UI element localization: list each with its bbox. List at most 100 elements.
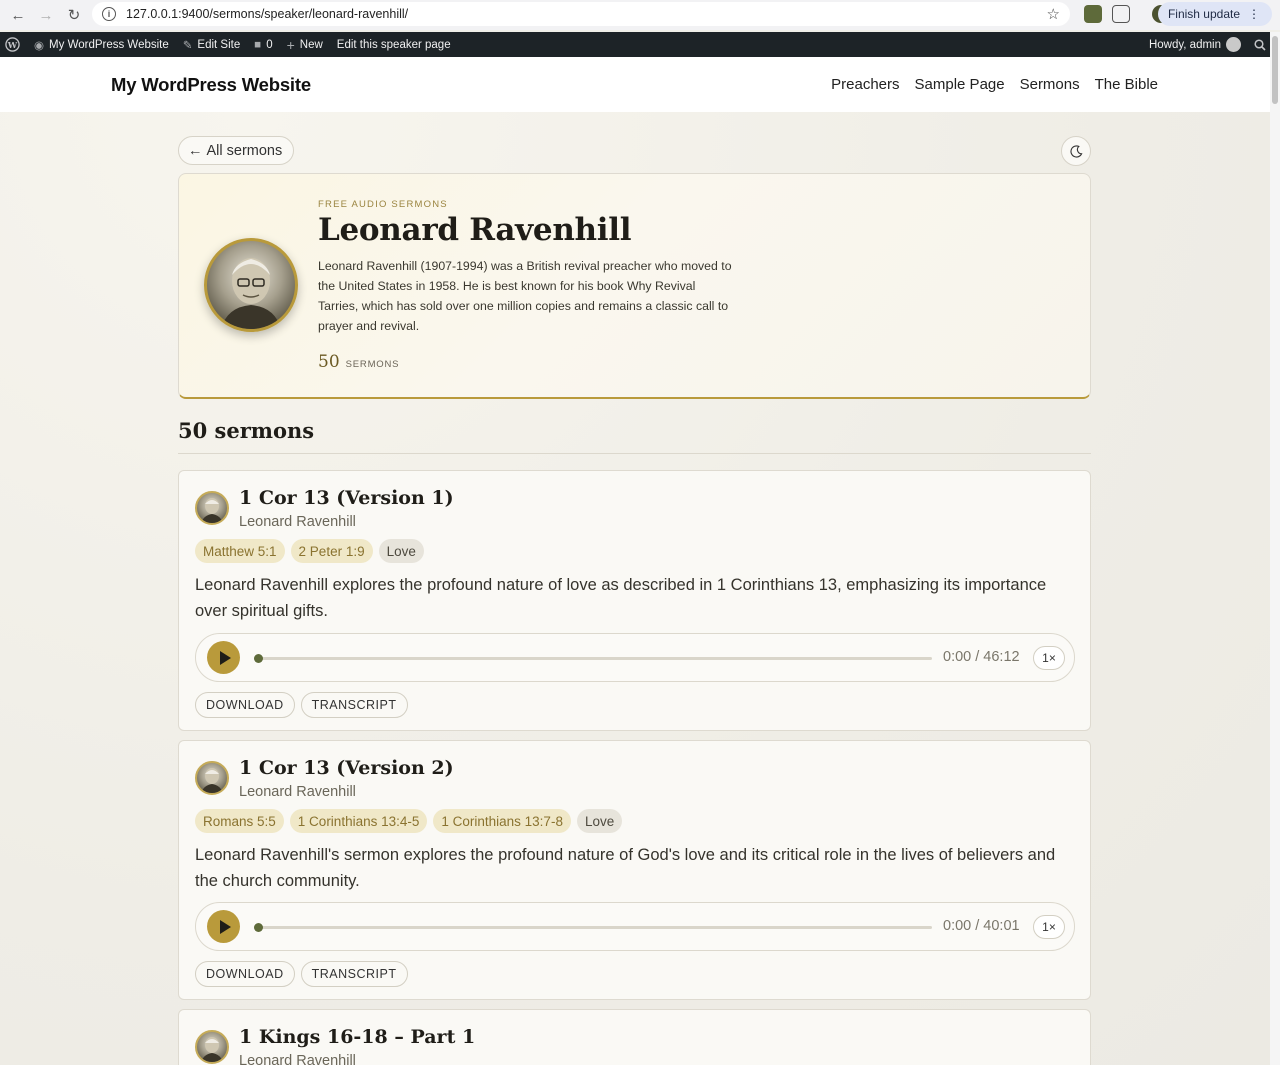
- speaker-portrait: [204, 238, 298, 332]
- speaker-avatar: [195, 1030, 229, 1064]
- playback-time: 0:00 / 40:01: [943, 918, 1020, 934]
- admin-site-link[interactable]: ◉ My WordPress Website: [27, 32, 176, 57]
- sermon-speaker[interactable]: Leonard Ravenhill: [239, 784, 356, 800]
- topic-tag[interactable]: Love: [576, 809, 623, 833]
- nav-item-the-bible[interactable]: The Bible: [1095, 76, 1158, 93]
- new-content-link[interactable]: + New: [280, 32, 330, 57]
- all-sermons-link[interactable]: ← All sermons: [178, 136, 295, 165]
- new-label: New: [299, 38, 323, 51]
- scrollbar-thumb[interactable]: [1272, 36, 1278, 104]
- admin-site-name: My WordPress Website: [49, 38, 169, 51]
- site-info-icon[interactable]: i: [102, 7, 116, 21]
- sermon-description: Leonard Ravenhill explores the profound …: [195, 576, 1047, 620]
- nav-item-sample-page[interactable]: Sample Page: [915, 76, 1005, 93]
- tag-list: Romans 5:5 1 Corinthians 13:4-5 1 Corint…: [195, 809, 623, 833]
- dashboard-icon: ◉: [34, 39, 45, 52]
- sermon-actions: DOWNLOAD TRANSCRIPT: [195, 692, 408, 718]
- divider: [178, 453, 1091, 454]
- reload-icon[interactable]: ↻: [60, 2, 88, 28]
- edit-site-label: Edit Site: [197, 38, 241, 51]
- speaker-avatar: [195, 491, 229, 525]
- playback-speed-button[interactable]: 1×: [1033, 915, 1065, 939]
- tag-list: Matthew 5:1 2 Peter 1:9 Love: [195, 539, 424, 563]
- admin-avatar: [1226, 37, 1241, 52]
- speaker-hero: FREE AUDIO SERMONS Leonard Ravenhill Leo…: [178, 173, 1091, 399]
- speaker-name: Leonard Ravenhill: [318, 212, 632, 248]
- sermon-actions: DOWNLOAD TRANSCRIPT: [195, 961, 408, 987]
- sermon-card: 1 Kings 16-18 – Part 1 Leonard Ravenhill: [178, 1009, 1091, 1065]
- play-button[interactable]: [207, 910, 240, 943]
- download-button[interactable]: DOWNLOAD: [195, 961, 295, 987]
- all-sermons-label: All sermons: [206, 142, 283, 159]
- audio-player: 0:00 / 46:12 1×: [195, 633, 1075, 682]
- bookmark-star-icon[interactable]: ☆: [1047, 5, 1060, 23]
- url-text: 127.0.0.1:9400/sermons/speaker/leonard-r…: [126, 7, 409, 21]
- scripture-tag[interactable]: 1 Corinthians 13:7-8: [433, 809, 571, 833]
- more-vertical-icon: ⋮: [1248, 7, 1260, 21]
- sermon-speaker[interactable]: Leonard Ravenhill: [239, 514, 356, 530]
- scripture-tag[interactable]: Matthew 5:1: [195, 539, 285, 563]
- transcript-button[interactable]: TRANSCRIPT: [300, 692, 408, 718]
- back-arrow-icon[interactable]: ←: [4, 2, 32, 28]
- nav-item-preachers[interactable]: Preachers: [831, 76, 899, 93]
- edit-speaker-page-link[interactable]: Edit this speaker page: [330, 32, 458, 57]
- topic-tag[interactable]: Love: [378, 539, 424, 563]
- extensions-puzzle-icon[interactable]: [1112, 5, 1130, 23]
- edit-site-link[interactable]: ✎ Edit Site: [176, 32, 247, 57]
- transcript-button[interactable]: TRANSCRIPT: [300, 961, 408, 987]
- arrow-left-icon: ←: [188, 142, 203, 159]
- site-header: My WordPress Website Preachers Sample Pa…: [0, 57, 1270, 112]
- wp-admin-bar: W ◉ My WordPress Website ✎ Edit Site ■ 0…: [0, 32, 1270, 57]
- admin-search-icon[interactable]: [1248, 32, 1270, 57]
- moon-icon: [1069, 144, 1082, 158]
- play-icon: [219, 919, 231, 934]
- sermon-card: 1 Cor 13 (Version 2) Leonard Ravenhill R…: [178, 740, 1091, 1000]
- wp-logo-icon[interactable]: W: [0, 32, 27, 57]
- page-scrollbar[interactable]: [1270, 32, 1280, 1065]
- site-title[interactable]: My WordPress Website: [111, 74, 311, 96]
- sermon-description: Leonard Ravenhill's sermon explores the …: [195, 846, 1056, 890]
- comment-bubble-icon: ■: [254, 38, 262, 51]
- progress-track[interactable]: [254, 654, 932, 663]
- audio-player: 0:00 / 40:01 1×: [195, 902, 1075, 951]
- howdy-label: Howdy, admin: [1148, 38, 1221, 51]
- download-button[interactable]: DOWNLOAD: [195, 692, 295, 718]
- sermon-list-heading: 50 sermons: [178, 418, 315, 443]
- finish-update-label: Finish update: [1167, 7, 1240, 21]
- progress-thumb[interactable]: [254, 923, 263, 932]
- hero-eyebrow: FREE AUDIO SERMONS: [318, 199, 448, 210]
- play-icon: [219, 650, 231, 665]
- main-content: ← All sermons FREE AUDIO SERMONS Leonard…: [0, 112, 1270, 1065]
- sermon-title[interactable]: 1 Cor 13 (Version 2): [239, 757, 454, 779]
- scripture-tag[interactable]: 1 Corinthians 13:4-5: [289, 809, 428, 833]
- sermon-count-number: 50: [318, 352, 340, 372]
- finish-update-button[interactable]: Finish update ⋮: [1157, 2, 1272, 26]
- browser-toolbar: ← → ↻ i 127.0.0.1:9400/sermons/speaker/l…: [0, 0, 1280, 30]
- speaker-bio: Leonard Ravenhill (1907-1994) was a Brit…: [318, 259, 732, 333]
- svg-text:W: W: [7, 40, 18, 50]
- speaker-avatar: [195, 761, 229, 795]
- primary-nav: Preachers Sample Page Sermons The Bible: [831, 76, 1158, 93]
- progress-track[interactable]: [254, 923, 932, 932]
- edit-page-label: Edit this speaker page: [336, 38, 451, 51]
- sermon-speaker[interactable]: Leonard Ravenhill: [239, 1053, 356, 1065]
- playback-speed-button[interactable]: 1×: [1033, 646, 1065, 670]
- sermon-title[interactable]: 1 Kings 16-18 – Part 1: [239, 1026, 475, 1048]
- comments-count: 0: [266, 38, 273, 51]
- sermon-count-label: SERMONS: [345, 359, 400, 370]
- forward-arrow-icon[interactable]: →: [32, 2, 60, 28]
- playback-time: 0:00 / 46:12: [943, 649, 1020, 665]
- nav-item-sermons[interactable]: Sermons: [1020, 76, 1080, 93]
- extension-icon[interactable]: [1084, 5, 1102, 23]
- sermon-count: 50 SERMONS: [318, 352, 399, 372]
- play-button[interactable]: [207, 641, 240, 674]
- sermon-title[interactable]: 1 Cor 13 (Version 1): [239, 487, 454, 509]
- dark-mode-toggle[interactable]: [1061, 136, 1091, 166]
- progress-thumb[interactable]: [254, 654, 263, 663]
- my-account-link[interactable]: Howdy, admin: [1142, 32, 1248, 57]
- address-bar[interactable]: i 127.0.0.1:9400/sermons/speaker/leonard…: [92, 2, 1070, 26]
- comments-link[interactable]: ■ 0: [247, 32, 279, 57]
- scripture-tag[interactable]: 2 Peter 1:9: [290, 539, 373, 563]
- plus-icon: +: [286, 36, 295, 53]
- scripture-tag[interactable]: Romans 5:5: [195, 809, 284, 833]
